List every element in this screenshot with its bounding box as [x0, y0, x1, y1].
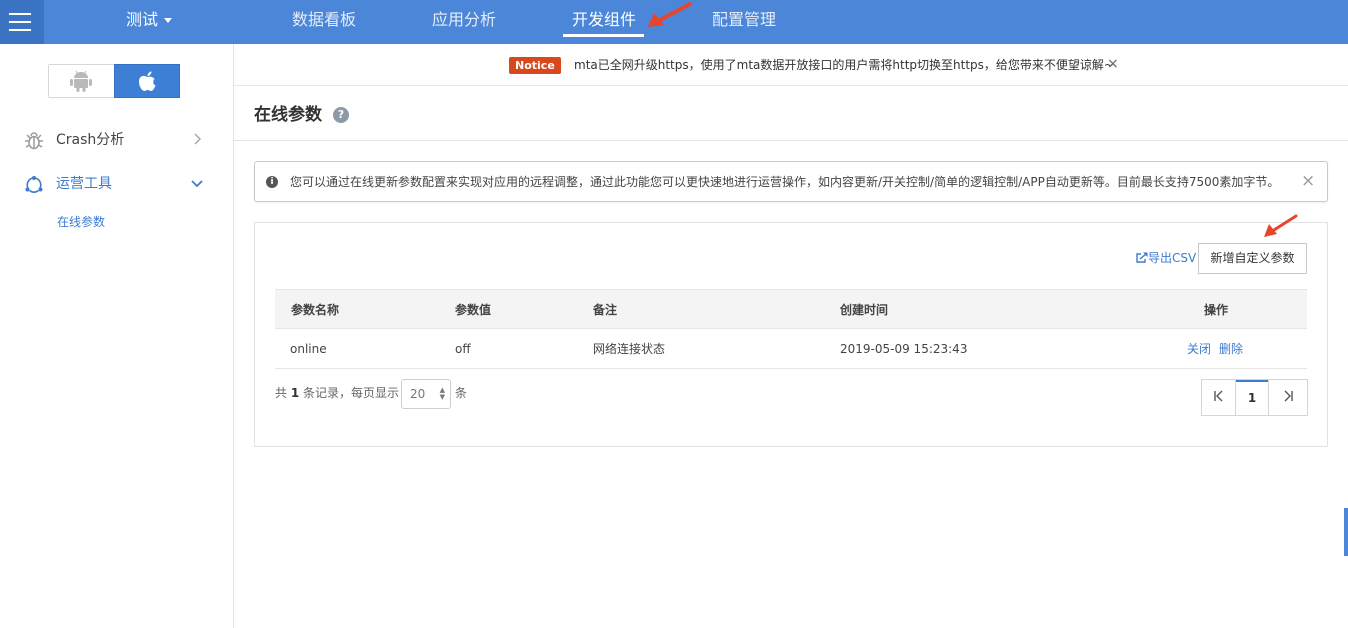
nav-dev-components[interactable]: 开发组件 — [572, 10, 636, 30]
operation-tools-icon — [25, 176, 43, 193]
sidebar-item-label: 运营工具 — [56, 176, 112, 192]
delete-param-link[interactable]: 删除 — [1219, 341, 1243, 357]
sidebar-item-operation-tools[interactable]: 运营工具 — [0, 166, 233, 202]
apple-icon — [139, 71, 156, 91]
annotation-arrow-icon — [648, 2, 692, 27]
record-prefix: 共 — [275, 386, 288, 400]
page-size-select[interactable]: 20 ▲ ▼ — [401, 379, 451, 409]
sidebar: Crash分析 运营工具 在线参数 — [0, 44, 234, 628]
page-title: 在线参数 — [254, 105, 322, 125]
alert-close-icon[interactable]: × — [1301, 171, 1315, 191]
record-suffix: 条 — [455, 386, 468, 400]
column-header-actions: 操作 — [1204, 303, 1229, 317]
cell-note: 网络连接状态 — [593, 342, 666, 356]
notice-badge: Notice — [509, 57, 561, 74]
sidebar-item-label: Crash分析 — [56, 132, 125, 148]
params-table: 参数名称 参数值 备注 创建时间 操作 online off 网络连接状态 20… — [275, 289, 1307, 369]
info-alert: i 您可以通过在线更新参数配置来实现对应用的远程调整，通过此功能您可以更快速地进… — [254, 161, 1328, 202]
ios-tab[interactable] — [114, 64, 180, 98]
first-page-button[interactable] — [1202, 380, 1236, 415]
chevron-right-icon — [194, 133, 202, 145]
cell-param-name: online — [290, 342, 327, 356]
chevron-down-icon — [191, 180, 203, 188]
bug-icon — [25, 132, 43, 150]
last-page-button[interactable] — [1268, 380, 1307, 415]
nav-app-analysis[interactable]: 应用分析 — [432, 10, 496, 30]
help-icon[interactable]: ? — [333, 107, 349, 123]
record-middle: 条记录，每页显示 — [303, 386, 400, 400]
column-header-name: 参数名称 — [291, 303, 340, 317]
record-count-info: 共 1 条记录，每页显示 — [275, 385, 399, 401]
scrollbar-indicator[interactable] — [1344, 508, 1348, 556]
hamburger-menu-button[interactable] — [0, 0, 44, 44]
notice-bar: Notice mta已全网升级https，使用了mta数据开放接口的用户需将ht… — [234, 44, 1348, 86]
column-header-note: 备注 — [593, 303, 618, 317]
pagination: 1 — [1201, 379, 1308, 416]
notice-close-icon[interactable]: × — [1107, 56, 1119, 72]
project-name: 测试 — [126, 10, 159, 29]
android-icon — [70, 70, 92, 92]
export-csv-label: 导出CSV — [1148, 251, 1197, 265]
close-param-link[interactable]: 关闭 — [1187, 341, 1211, 357]
export-icon — [1136, 252, 1148, 263]
first-page-icon — [1213, 390, 1222, 402]
info-icon: i — [266, 176, 278, 188]
table-header: 参数名称 参数值 备注 创建时间 操作 — [275, 289, 1307, 329]
caret-down-icon — [164, 18, 173, 23]
spinner-arrows-icon: ▲ ▼ — [439, 386, 445, 401]
last-page-icon — [1284, 390, 1293, 402]
column-header-created: 创建时间 — [840, 303, 889, 317]
page-header: 在线参数 ? — [234, 86, 1348, 141]
record-count: 1 — [290, 386, 300, 400]
sidebar-subitem-online-params[interactable]: 在线参数 — [57, 213, 105, 230]
params-panel: 导出CSV 新增自定义参数 参数名称 参数值 备注 创建时间 操作 online… — [254, 222, 1328, 447]
cell-created-time: 2019-05-09 15:23:43 — [840, 342, 968, 356]
cell-param-value: off — [455, 342, 471, 356]
project-selector[interactable]: 测试 — [126, 10, 173, 30]
alert-text: 您可以通过在线更新参数配置来实现对应用的远程调整，通过此功能您可以更快速地进行运… — [290, 175, 1280, 189]
page-number-current[interactable]: 1 — [1236, 380, 1268, 415]
nav-config-management[interactable]: 配置管理 — [712, 10, 776, 30]
export-csv-link[interactable]: 导出CSV — [1136, 250, 1196, 266]
table-row: online off 网络连接状态 2019-05-09 15:23:43 关闭… — [275, 329, 1307, 369]
column-header-value: 参数值 — [455, 303, 492, 317]
active-nav-indicator — [563, 34, 644, 37]
annotation-arrow-icon — [1264, 214, 1298, 237]
nav-dashboard[interactable]: 数据看板 — [292, 10, 356, 30]
top-navbar: 测试 数据看板 应用分析 开发组件 配置管理 — [0, 0, 1348, 44]
os-switch — [48, 64, 180, 98]
page-size-value: 20 — [410, 387, 426, 401]
android-tab[interactable] — [49, 65, 114, 97]
notice-text: mta已全网升级https，使用了mta数据开放接口的用户需将http切换至ht… — [574, 58, 1114, 72]
sidebar-item-crash[interactable]: Crash分析 — [0, 122, 233, 158]
add-custom-param-button[interactable]: 新增自定义参数 — [1198, 243, 1307, 274]
